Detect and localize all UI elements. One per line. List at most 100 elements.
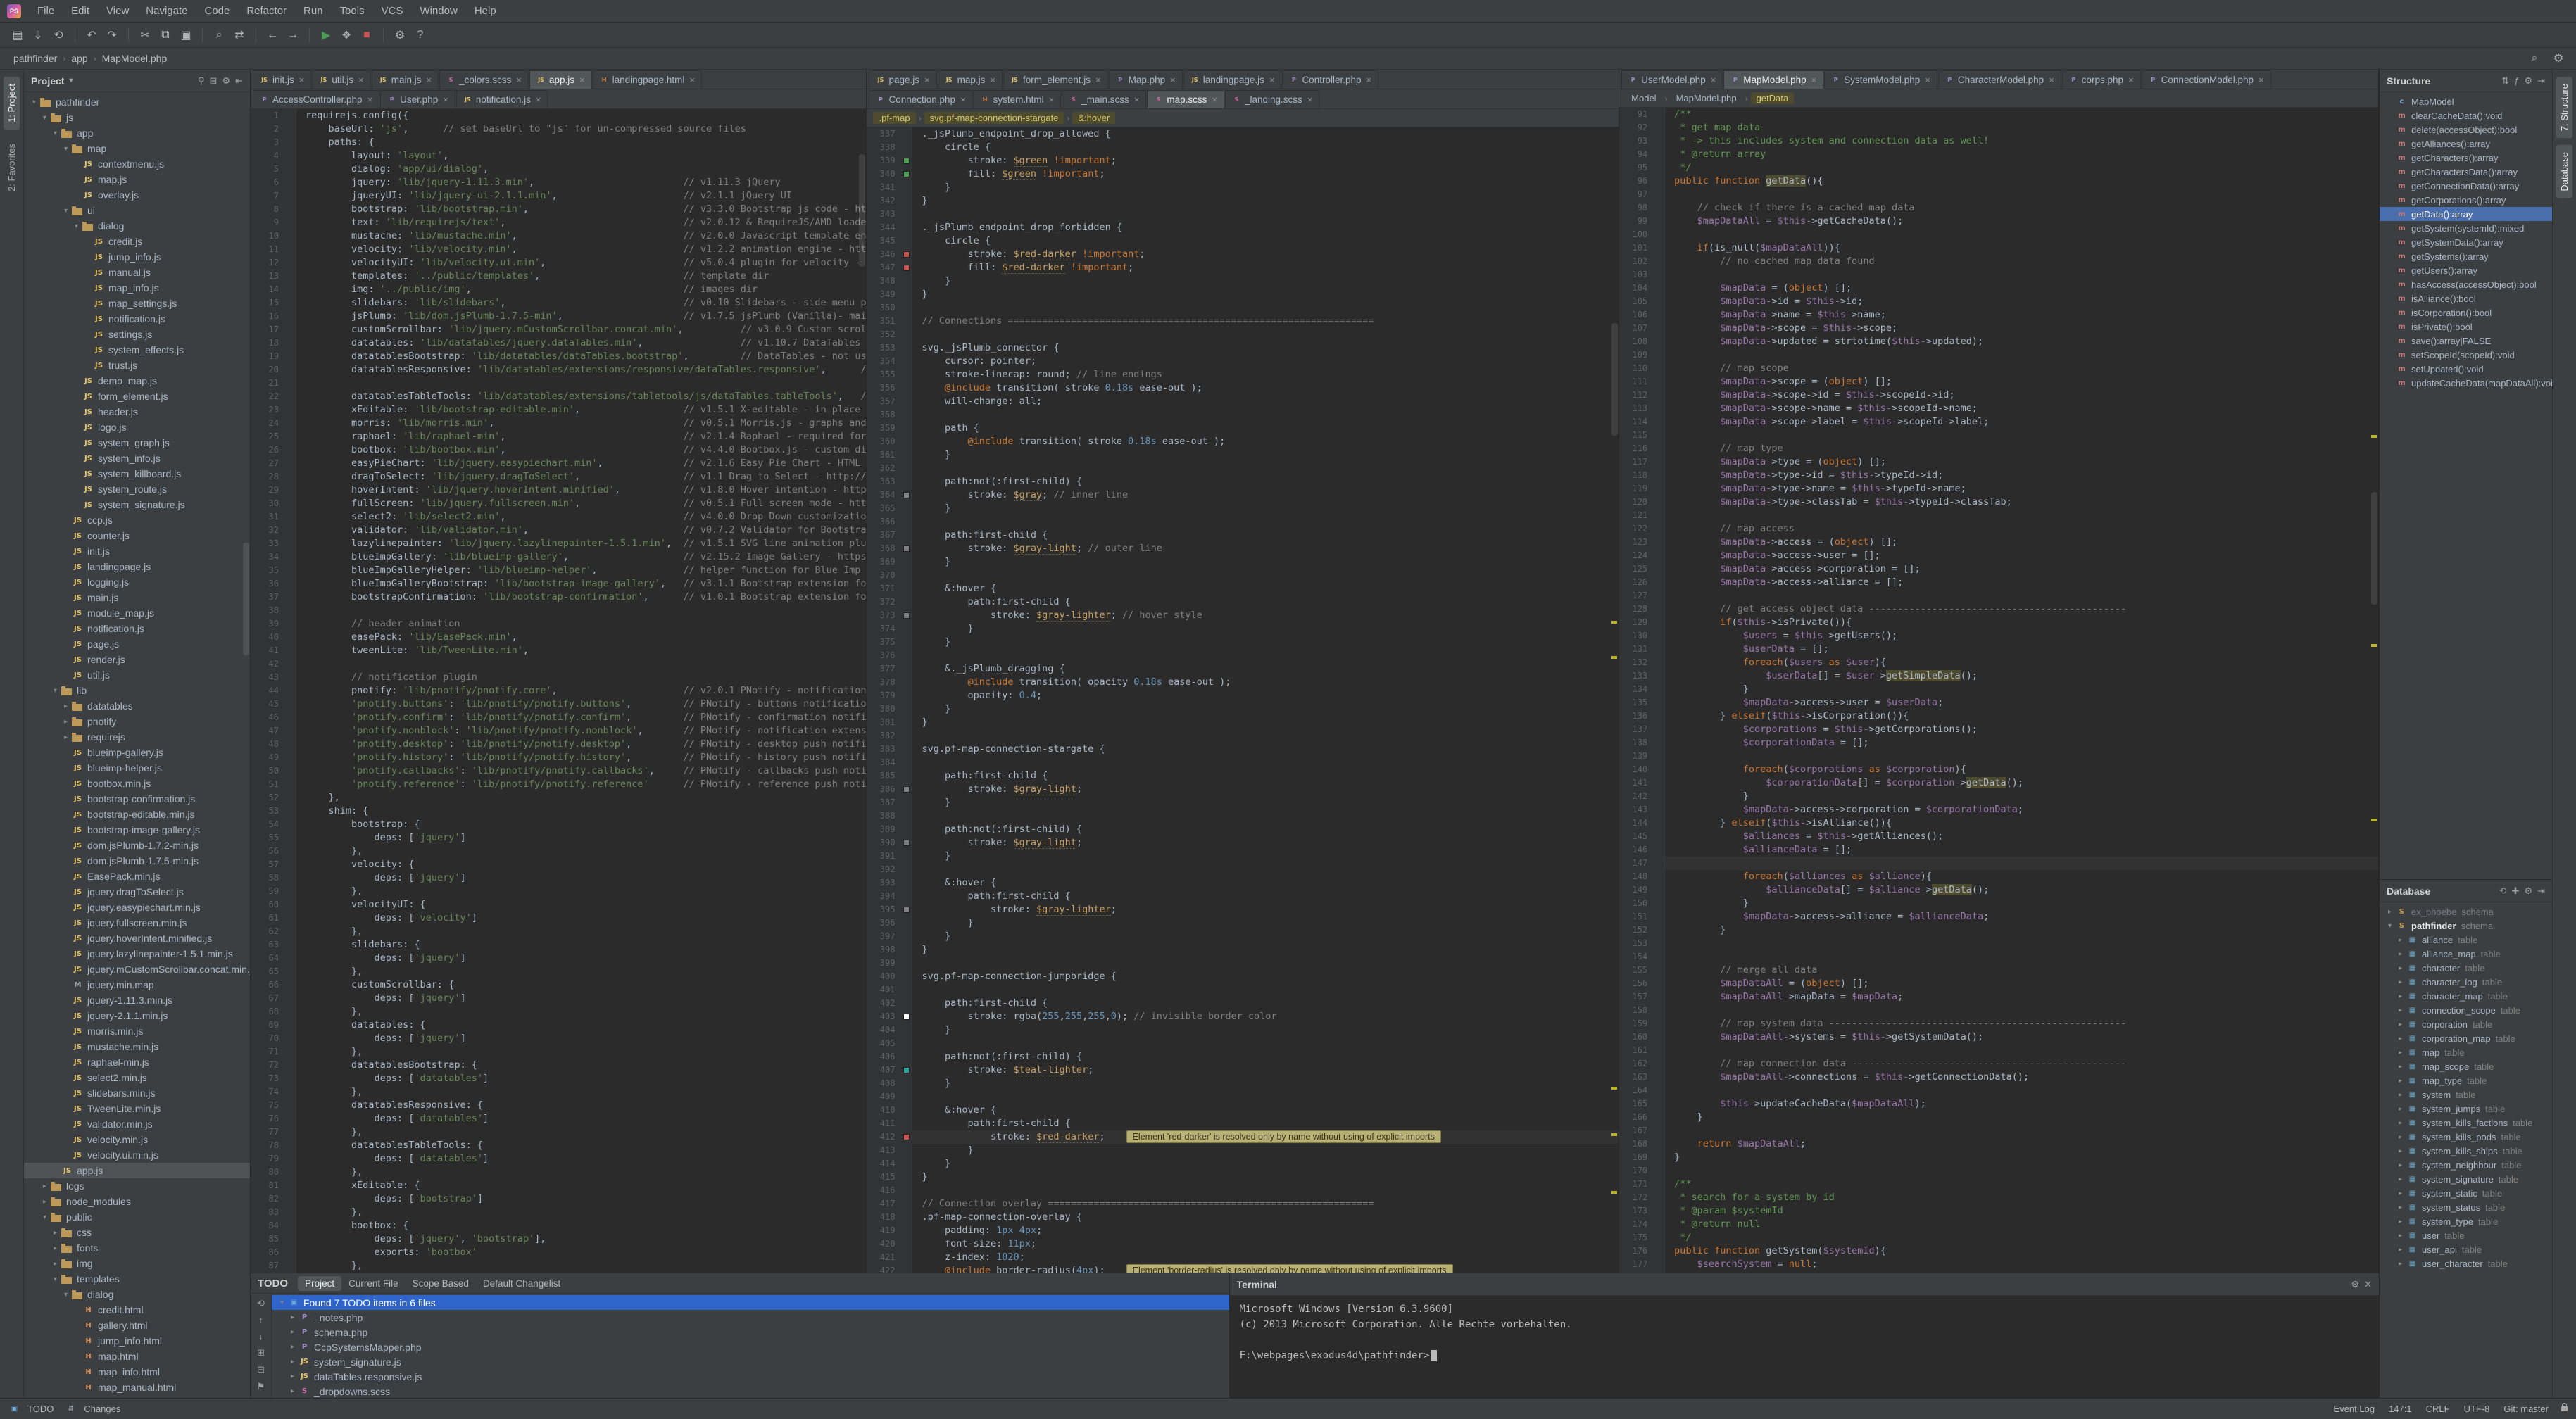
line-number[interactable]: 65: [251, 965, 284, 978]
code-line[interactable]: 166 }: [1619, 1111, 2378, 1124]
line-number[interactable]: 347: [867, 261, 900, 275]
line-number[interactable]: 24: [251, 417, 284, 430]
line-number[interactable]: 379: [867, 689, 900, 702]
code-line[interactable]: 92 * get map data: [1619, 121, 2378, 134]
code-line[interactable]: 80 },: [251, 1166, 866, 1179]
tree-item-slidebars-min-js[interactable]: JSslidebars.min.js: [24, 1085, 250, 1101]
tree-item-blueimp-helper-js[interactable]: JSblueimp-helper.js: [24, 760, 250, 776]
copy-icon[interactable]: ⧉: [156, 26, 175, 44]
code-area[interactable]: 91/**92 * get map data93 * -> this inclu…: [1619, 108, 2378, 1273]
tab-user-php[interactable]: PUser.php×: [380, 90, 455, 108]
expander-icon[interactable]: ▸: [2394, 1077, 2406, 1085]
code-line[interactable]: 108 $mapData->updated = strtotime($this-…: [1619, 335, 2378, 348]
code-line[interactable]: 354 cursor: pointer;: [867, 355, 1619, 368]
code-line[interactable]: 371 &:hover {: [867, 582, 1619, 595]
line-number[interactable]: 118: [1619, 469, 1653, 482]
tree-item-jump-info-html[interactable]: Hjump_info.html: [24, 1333, 250, 1349]
tree-item-main-js[interactable]: JSmain.js: [24, 590, 250, 605]
line-number[interactable]: 6: [251, 176, 284, 189]
code-line[interactable]: 365 }: [867, 502, 1619, 515]
tab-form-element-js[interactable]: JSform_element.js×: [1003, 70, 1108, 89]
code-line[interactable]: 109: [1619, 348, 2378, 362]
line-number[interactable]: 23: [251, 403, 284, 417]
line-number[interactable]: 69: [251, 1018, 284, 1032]
settings-icon[interactable]: ⚙: [391, 26, 409, 44]
tree-item-bootstrap-image-gallery-js[interactable]: JSbootstrap-image-gallery.js: [24, 822, 250, 838]
tree-item-app-js[interactable]: JSapp.js: [24, 1163, 250, 1178]
line-number[interactable]: 341: [867, 181, 900, 194]
code-line[interactable]: 175 */: [1619, 1231, 2378, 1244]
code-line[interactable]: 374 }: [867, 622, 1619, 636]
code-line[interactable]: 384: [867, 756, 1619, 769]
line-number[interactable]: 127: [1619, 589, 1653, 603]
code-line[interactable]: 344._jsPlumb_endpoint_drop_forbidden {: [867, 221, 1619, 234]
expander-icon[interactable]: ▾: [60, 1291, 72, 1299]
tree-item-isalliance-bool[interactable]: misAlliance():bool: [2380, 291, 2552, 305]
breadcrumb-svg-pf-map-connection-stargate[interactable]: svg.pf-map-connection-stargate: [924, 112, 1064, 124]
code-line[interactable]: 75 datatablesResponsive: {: [251, 1099, 866, 1112]
line-number[interactable]: 119: [1619, 482, 1653, 496]
menu-help[interactable]: Help: [467, 2, 504, 20]
code-line[interactable]: 1requirejs.config({: [251, 109, 866, 122]
line-number[interactable]: 33: [251, 537, 284, 550]
line-number[interactable]: 342: [867, 194, 900, 208]
close-icon[interactable]: ×: [990, 75, 995, 85]
code-line[interactable]: 130 $users = $this->getUsers();: [1619, 629, 2378, 643]
line-number[interactable]: 3: [251, 136, 284, 149]
code-line[interactable]: 117 $mapData->type = (object) [];: [1619, 455, 2378, 469]
todo-view-project[interactable]: Project: [298, 1276, 341, 1291]
expander-icon[interactable]: ▸: [2394, 1147, 2406, 1155]
tree-item-templates[interactable]: ▾templates: [24, 1271, 250, 1287]
code-line[interactable]: 401: [867, 983, 1619, 997]
line-number[interactable]: 416: [867, 1184, 900, 1197]
breadcrumb-pf-map[interactable]: .pf-map: [873, 112, 915, 124]
tree-item-jquery-2-1-1-min-js[interactable]: JSjquery-2.1.1.min.js: [24, 1008, 250, 1023]
code-line[interactable]: 406 path:not(:first-child) {: [867, 1050, 1619, 1064]
tree-item-dialog[interactable]: ▾dialog: [24, 1287, 250, 1302]
code-line[interactable]: 159 // map system data -----------------…: [1619, 1017, 2378, 1030]
code-line[interactable]: 124 $mapData->access->user = [];: [1619, 549, 2378, 562]
menu-view[interactable]: View: [99, 2, 137, 20]
line-number[interactable]: 91: [1619, 108, 1653, 121]
line-number[interactable]: 392: [867, 863, 900, 876]
line-number[interactable]: 409: [867, 1090, 900, 1104]
project-scrollbar[interactable]: [243, 543, 249, 655]
line-number[interactable]: 26: [251, 443, 284, 457]
line-number[interactable]: 115: [1619, 429, 1653, 442]
expander-icon[interactable]: ▸: [2394, 1105, 2406, 1113]
tree-item-settings-js[interactable]: JSsettings.js: [24, 327, 250, 342]
editor-scrollbar[interactable]: [2371, 492, 2377, 605]
tab-app-js[interactable]: JSapp.js×: [529, 70, 592, 89]
tree-item-manual-js[interactable]: JSmanual.js: [24, 265, 250, 280]
line-number[interactable]: 28: [251, 470, 284, 484]
code-line[interactable]: 28 dragToSelect: 'lib/jquery.dragToSelec…: [251, 470, 866, 484]
expander-icon[interactable]: ▸: [2394, 1119, 2406, 1127]
code-line[interactable]: 61 deps: ['velocity']: [251, 912, 866, 925]
undo-icon[interactable]: ↶: [82, 26, 101, 44]
line-number[interactable]: 390: [867, 836, 900, 850]
line-number[interactable]: 8: [251, 203, 284, 216]
tab-notification-js[interactable]: JSnotification.js×: [456, 90, 548, 108]
code-line[interactable]: 160 $mapDataAll->systems = $this->getSys…: [1619, 1030, 2378, 1044]
menu-vcs[interactable]: VCS: [374, 2, 411, 20]
expander-icon[interactable]: ▾: [39, 114, 51, 122]
tab-landingpage-js[interactable]: JSlandingpage.js×: [1183, 70, 1282, 89]
line-number[interactable]: 63: [251, 938, 284, 952]
tree-item-dropdowns-scss[interactable]: ▸S_dropdowns.scss: [272, 1384, 1229, 1398]
code-line[interactable]: 151 $mapData->access->alliance = $allian…: [1619, 910, 2378, 923]
todo-tool-icon-3[interactable]: ⊞: [257, 1347, 265, 1358]
tree-item-render-js[interactable]: JSrender.js: [24, 652, 250, 667]
tree-item-notes-php[interactable]: ▸P_notes.php: [272, 1310, 1229, 1325]
tree-item-corporation-map[interactable]: ▸▦corporation_maptable: [2380, 1031, 2552, 1045]
line-number[interactable]: 1: [251, 109, 284, 122]
line-number[interactable]: 95: [1619, 161, 1653, 175]
line-number[interactable]: 15: [251, 296, 284, 310]
line-number[interactable]: 172: [1619, 1191, 1653, 1204]
line-number[interactable]: 7: [251, 189, 284, 203]
line-number[interactable]: 60: [251, 898, 284, 912]
line-number[interactable]: 78: [251, 1139, 284, 1152]
hide-panel-icon[interactable]: ⇤: [235, 75, 243, 87]
tree-item-pathfinder[interactable]: ▾Spathfinderschema: [2380, 919, 2552, 933]
expander-icon[interactable]: ▾: [2384, 922, 2396, 930]
code-line[interactable]: 73 deps: ['datatables']: [251, 1072, 866, 1085]
